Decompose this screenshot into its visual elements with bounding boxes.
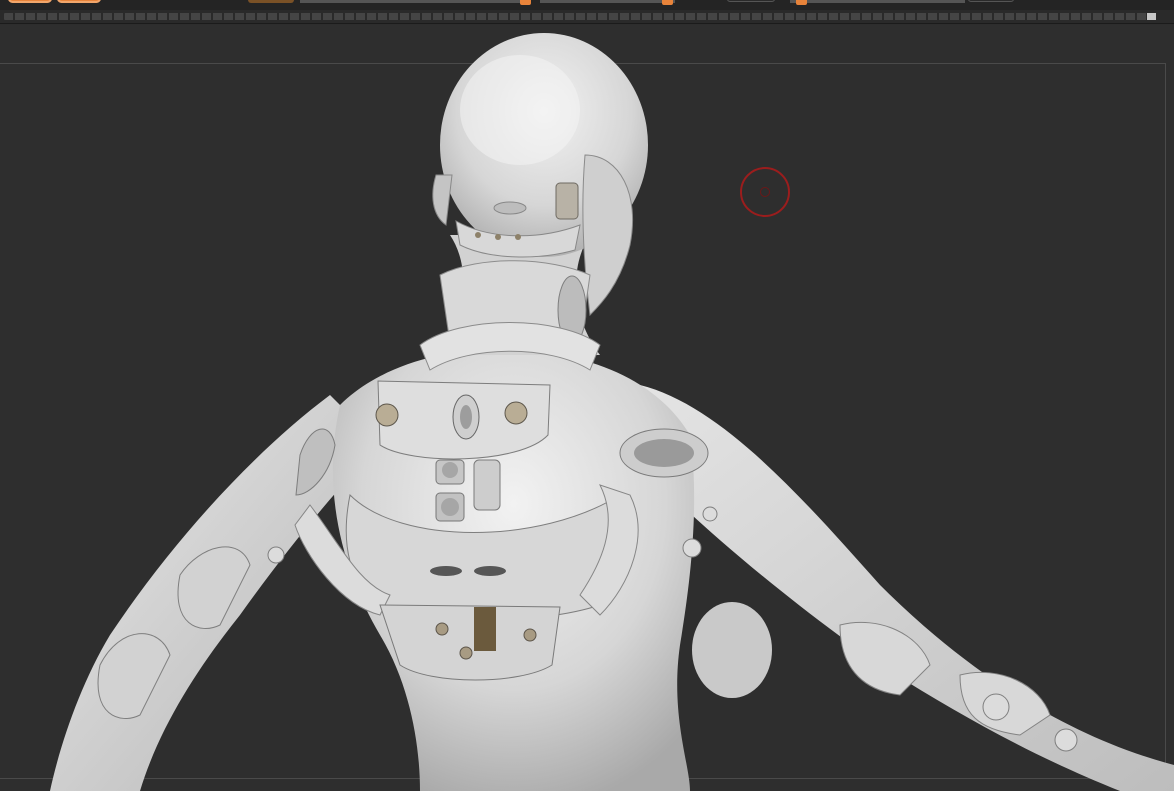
slider-1-handle[interactable]: [520, 0, 531, 5]
toolbar-field[interactable]: [727, 0, 775, 2]
toolbar-field-2[interactable]: [968, 0, 1014, 2]
sculpted-figure: [50, 33, 1174, 791]
slider-3-track[interactable]: [790, 0, 965, 3]
slider-3-handle[interactable]: [796, 0, 807, 5]
tool-shelf: [0, 10, 1174, 24]
shelf-slots[interactable]: [4, 13, 1152, 20]
canvas-viewport[interactable]: [0, 25, 1174, 791]
shelf-handle-icon[interactable]: [1147, 13, 1156, 20]
right-arm: [640, 385, 1174, 791]
brush-cursor-icon: [740, 167, 790, 217]
slider-1-track[interactable]: [300, 0, 530, 3]
slider-2-handle[interactable]: [662, 0, 673, 5]
top-toolbar: [0, 0, 1174, 10]
brush-cursor-center-icon: [760, 187, 770, 197]
tool-button-1[interactable]: [8, 0, 52, 3]
tool-button-2[interactable]: [57, 0, 101, 3]
slider-2-track[interactable]: [540, 0, 675, 3]
active-mode-button[interactable]: [248, 0, 294, 3]
